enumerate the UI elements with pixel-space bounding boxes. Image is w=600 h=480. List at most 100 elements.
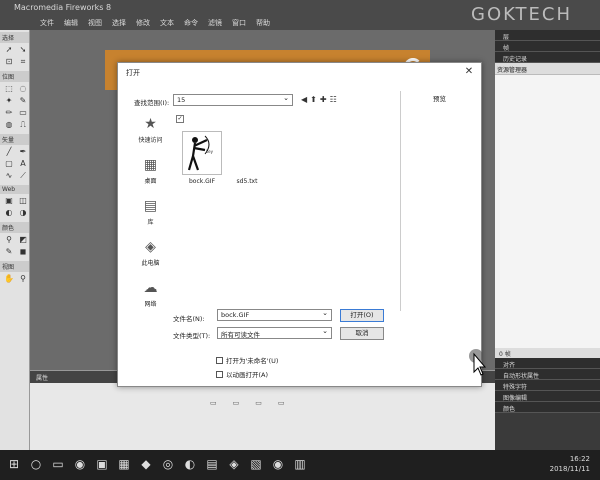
- menu-edit[interactable]: 编辑: [64, 18, 78, 28]
- brush-tool-icon[interactable]: ✎: [17, 96, 29, 106]
- wand-tool-icon[interactable]: ✦: [3, 96, 15, 106]
- text-tool-icon[interactable]: A: [17, 159, 29, 169]
- panel-history[interactable]: 历史记录: [495, 52, 600, 63]
- panel-special-chars[interactable]: 特殊字符: [495, 380, 600, 391]
- rectangle-tool-icon[interactable]: ▢: [3, 159, 15, 169]
- knife-tool-icon[interactable]: ⟋: [17, 171, 29, 181]
- filename-input[interactable]: bock.GIF: [217, 309, 332, 321]
- app-icon[interactable]: ◎: [160, 456, 176, 472]
- stamp-tool-icon[interactable]: ⎍: [17, 120, 29, 130]
- show-slices-icon[interactable]: ◑: [17, 208, 29, 218]
- menu-window[interactable]: 窗口: [232, 18, 246, 28]
- app-icon[interactable]: ▤: [204, 456, 220, 472]
- pointer-tool-icon[interactable]: ➚: [3, 45, 15, 55]
- scale-tool-icon[interactable]: ⊡: [3, 57, 15, 67]
- marquee-tool-icon[interactable]: ⬚: [3, 84, 15, 94]
- properties-control-icon[interactable]: ▭: [233, 399, 240, 407]
- windows-start-icon[interactable]: ⊞: [6, 456, 22, 472]
- place-label: 网络: [144, 301, 157, 308]
- network-icon: ☁: [143, 280, 158, 296]
- task-view-icon[interactable]: ▭: [50, 456, 66, 472]
- system-clock[interactable]: 16:22 2018/11/11: [550, 454, 590, 474]
- right-panel-dock: 层 帧 历史记录 资源管理器 0 帧 对齐 自动形状属性 特殊字符 图像编辑 颜…: [495, 30, 600, 450]
- menu-filters[interactable]: 滤镜: [208, 18, 222, 28]
- panel-frames[interactable]: 帧: [495, 41, 600, 52]
- explorer-tab[interactable]: 资源管理器: [495, 63, 600, 75]
- place-this-pc[interactable]: ◈ 此电脑: [128, 238, 173, 267]
- app-icon[interactable]: ▣: [94, 456, 110, 472]
- place-network[interactable]: ☁ 网络: [128, 279, 173, 308]
- pen-tool-icon[interactable]: ✒: [17, 147, 29, 157]
- stroke-color-icon[interactable]: ✎: [3, 247, 15, 257]
- pencil-tool-icon[interactable]: ✏: [3, 108, 15, 118]
- menu-select[interactable]: 选择: [112, 18, 126, 28]
- file-item[interactable]: key bock.GIF: [180, 131, 224, 185]
- look-in-select[interactable]: 15: [173, 94, 293, 106]
- fill-color-icon[interactable]: ◼: [17, 247, 29, 257]
- filetype-select[interactable]: 所有可读文件: [217, 327, 332, 339]
- open-as-animation-option[interactable]: 以动画打开(A): [216, 369, 268, 379]
- bucket-tool-icon[interactable]: ◩: [17, 235, 29, 245]
- app-icon[interactable]: ◆: [138, 456, 154, 472]
- freeform-tool-icon[interactable]: ∿: [3, 171, 15, 181]
- line-tool-icon[interactable]: ╱: [3, 147, 15, 157]
- hotspot-tool-icon[interactable]: ▣: [3, 196, 15, 206]
- open-as-untitled-option[interactable]: 打开为'未命名'(U): [216, 355, 278, 365]
- properties-control-icon[interactable]: ▭: [210, 399, 217, 407]
- panel-layers[interactable]: 层: [495, 30, 600, 41]
- app-icon[interactable]: ◉: [270, 456, 286, 472]
- place-quick-access[interactable]: ★ 快速访问: [128, 115, 173, 144]
- file-item[interactable]: sd5.txt: [232, 175, 262, 185]
- menu-file[interactable]: 文件: [40, 18, 54, 28]
- back-icon[interactable]: ◀: [301, 95, 307, 104]
- hide-slices-icon[interactable]: ◐: [3, 208, 15, 218]
- place-library[interactable]: ▤ 库: [128, 197, 173, 226]
- tools-section-select: 选择: [0, 32, 29, 43]
- panel-auto-shape[interactable]: 自动形状属性: [495, 369, 600, 380]
- star-icon: ★: [144, 116, 157, 132]
- menu-help[interactable]: 帮助: [256, 18, 270, 28]
- desktop-icon: ▦: [143, 157, 158, 173]
- panel-colors[interactable]: 颜色: [495, 402, 600, 413]
- place-label: 快速访问: [138, 137, 163, 144]
- mouse-cursor-icon: [469, 349, 487, 376]
- open-button[interactable]: 打开(O): [340, 309, 384, 322]
- panel-align[interactable]: 对齐: [495, 358, 600, 369]
- new-folder-icon[interactable]: ✚: [320, 95, 327, 104]
- subselect-tool-icon[interactable]: ➘: [17, 45, 29, 55]
- menu-commands[interactable]: 命令: [184, 18, 198, 28]
- dialog-nav: ◀ ⬆ ✚ ☷: [301, 95, 337, 104]
- filename-label: 文件名(N):: [173, 315, 205, 323]
- cancel-button[interactable]: 取消: [340, 327, 384, 340]
- blur-tool-icon[interactable]: ◍: [3, 120, 15, 130]
- menu-text[interactable]: 文本: [160, 18, 174, 28]
- app-icon[interactable]: ▥: [292, 456, 308, 472]
- up-folder-icon[interactable]: ⬆: [310, 95, 317, 104]
- eyedropper-tool-icon[interactable]: ⚲: [3, 235, 15, 245]
- menu-modify[interactable]: 修改: [136, 18, 150, 28]
- open-as-animation-checkbox[interactable]: [216, 370, 223, 378]
- lasso-tool-icon[interactable]: ◌: [17, 84, 29, 94]
- option-label: 打开为'未命名'(U): [226, 357, 279, 365]
- view-menu-icon[interactable]: ☷: [330, 95, 337, 104]
- properties-control-icon[interactable]: ▭: [255, 399, 262, 407]
- properties-control-icon[interactable]: ▭: [278, 399, 285, 407]
- app-icon[interactable]: ▧: [248, 456, 264, 472]
- option-label: 以动画打开(A): [226, 371, 269, 379]
- place-desktop[interactable]: ▦ 桌面: [128, 156, 173, 185]
- select-all-checkbox[interactable]: ✓: [176, 115, 184, 123]
- search-icon[interactable]: ○: [28, 456, 44, 472]
- close-icon[interactable]: ✕: [463, 66, 475, 78]
- hand-tool-icon[interactable]: ✋: [3, 274, 15, 284]
- app-icon[interactable]: ◐: [182, 456, 198, 472]
- slice-tool-icon[interactable]: ◫: [17, 196, 29, 206]
- menu-view[interactable]: 视图: [88, 18, 102, 28]
- eraser-tool-icon[interactable]: ▭: [17, 108, 29, 118]
- app-icon[interactable]: ▦: [116, 456, 132, 472]
- open-as-untitled-checkbox[interactable]: [216, 356, 223, 364]
- crop-tool-icon[interactable]: ⌗: [17, 57, 29, 67]
- zoom-tool-icon[interactable]: ⚲: [17, 274, 29, 284]
- app-icon[interactable]: ◈: [226, 456, 242, 472]
- app-icon[interactable]: ◉: [72, 456, 88, 472]
- panel-image-edit[interactable]: 图像编辑: [495, 391, 600, 402]
